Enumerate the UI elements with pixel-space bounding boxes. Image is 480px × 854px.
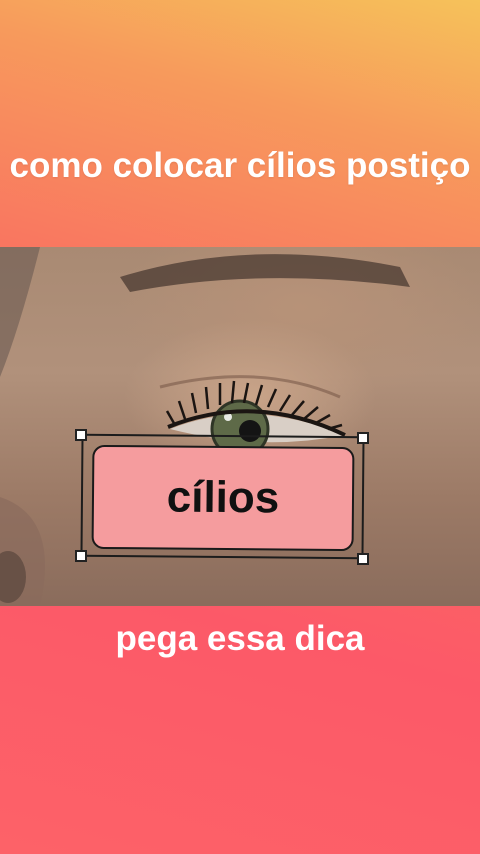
- sticker-selection-frame[interactable]: [80, 433, 365, 560]
- resize-handle-bottom-right[interactable]: [357, 553, 369, 565]
- resize-handle-top-left[interactable]: [75, 429, 87, 441]
- resize-handle-top-right[interactable]: [357, 432, 369, 444]
- video-caption: pega essa dica: [115, 619, 365, 658]
- video-title: como colocar cílios postiço: [9, 146, 471, 185]
- resize-handle-bottom-left[interactable]: [75, 550, 87, 562]
